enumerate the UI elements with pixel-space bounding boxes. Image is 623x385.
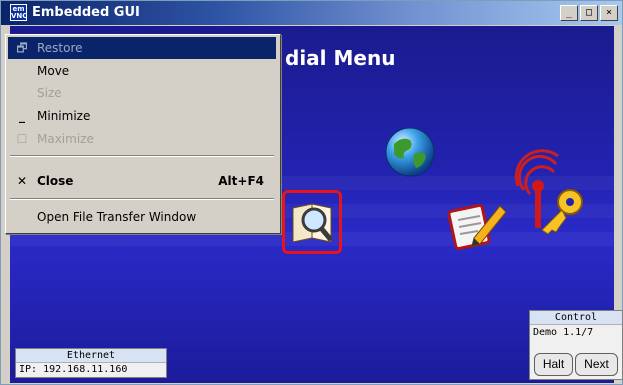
menu-item-move[interactable]: Move: [8, 60, 276, 82]
menu-item-restore[interactable]: 🗗 Restore: [8, 37, 276, 59]
minimize-icon: _: [19, 109, 25, 123]
control-header: Control: [530, 311, 622, 325]
menu-item-maximize[interactable]: ☐ Maximize: [8, 128, 276, 150]
minimize-button[interactable]: _: [560, 5, 578, 21]
menu-separator: [10, 155, 274, 157]
close-icon: ✕: [16, 174, 28, 188]
menu-item-label: Size: [37, 86, 62, 100]
ethernet-panel: Ethernet IP: 192.168.11.160: [15, 348, 167, 378]
menu-item-label: Maximize: [37, 132, 94, 146]
menu-item-shortcut: Alt+F4: [218, 174, 264, 188]
control-panel: Control Demo 1.1/7 Halt Next: [529, 310, 623, 380]
halt-button[interactable]: Halt: [534, 353, 573, 376]
menu-item-label: Open File Transfer Window: [37, 210, 197, 224]
menu-item-label: Restore: [37, 41, 83, 55]
maximize-icon: ☐: [16, 132, 28, 146]
antenna-key-icon[interactable]: [508, 146, 594, 236]
menu-item-open-file-transfer[interactable]: Open File Transfer Window: [8, 206, 276, 228]
window-controls: _ □ ×: [560, 5, 618, 21]
menu-item-size[interactable]: Size: [8, 82, 276, 104]
window: em VNC Embedded GUI _ □ × dial Menu 🗗 Re…: [0, 0, 623, 385]
window-title: Embedded GUI: [32, 5, 140, 20]
close-button[interactable]: ×: [600, 5, 618, 21]
restore-icon: 🗗: [16, 41, 28, 55]
globe-icon[interactable]: [384, 126, 436, 178]
system-menu: 🗗 Restore Move Size _ Minimize ☐ Maximiz…: [5, 34, 281, 234]
next-button[interactable]: Next: [575, 353, 618, 376]
maximize-button[interactable]: □: [580, 5, 598, 21]
app-logo-icon[interactable]: em VNC: [10, 4, 27, 21]
title-bar[interactable]: em VNC Embedded GUI _ □ ×: [1, 1, 622, 25]
book-magnifier-icon[interactable]: [290, 198, 336, 246]
menu-item-label: Close: [37, 174, 74, 188]
menu-item-label: Minimize: [37, 109, 91, 123]
screen-heading: dial Menu: [285, 46, 396, 70]
notepad-pencil-icon[interactable]: [446, 196, 508, 252]
menu-separator: [10, 198, 274, 200]
menu-item-label: Move: [37, 64, 70, 78]
menu-item-close[interactable]: ✕ Close Alt+F4: [8, 170, 276, 192]
demo-version: Demo 1.1/7: [533, 327, 594, 338]
ip-address: IP: 192.168.11.160: [19, 364, 128, 375]
menu-item-minimize[interactable]: _ Minimize: [8, 105, 276, 127]
ethernet-header: Ethernet: [16, 349, 166, 363]
